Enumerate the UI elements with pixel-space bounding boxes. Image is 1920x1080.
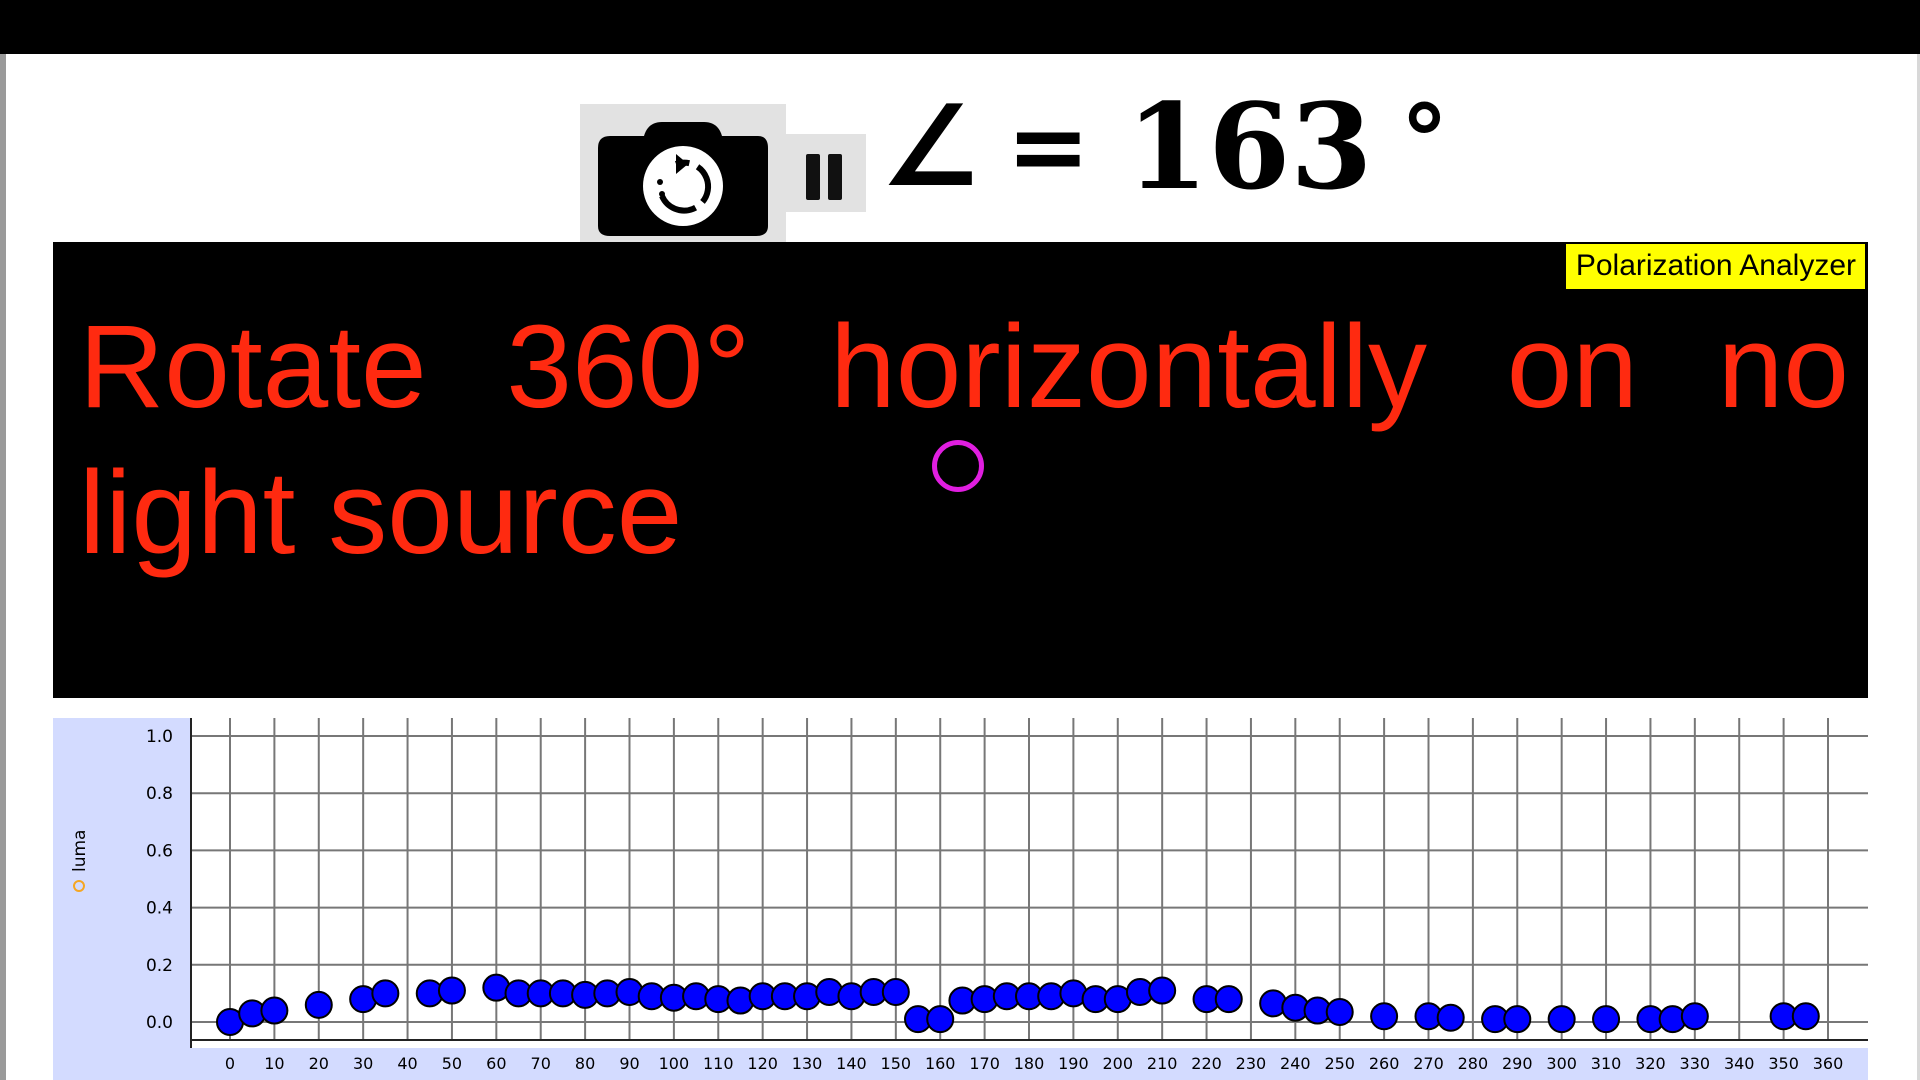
angle-symbol: ∠ <box>880 82 981 212</box>
data-point <box>1680 1002 1709 1031</box>
angle-unit: ° <box>1400 85 1449 197</box>
x-tick-label: 220 <box>1191 1054 1222 1073</box>
x-tick-label: 50 <box>442 1054 462 1073</box>
data-point <box>1148 976 1177 1005</box>
x-tick-label: 90 <box>619 1054 639 1073</box>
data-point <box>1436 1003 1465 1032</box>
x-tick-label: 210 <box>1147 1054 1178 1073</box>
data-point <box>437 976 466 1005</box>
y-tick-label: 0.0 <box>146 1013 173 1033</box>
x-tick-label: 150 <box>881 1054 912 1073</box>
x-tick-label: 20 <box>309 1054 329 1073</box>
app-title-badge: Polarization Analyzer <box>1565 244 1865 289</box>
x-tick-label: 200 <box>1103 1054 1134 1073</box>
x-tick-label: 260 <box>1369 1054 1400 1073</box>
x-tick-label: 360 <box>1813 1054 1844 1073</box>
x-tick-label: 240 <box>1280 1054 1311 1073</box>
pause-button[interactable] <box>786 134 866 212</box>
left-edge <box>0 54 6 1080</box>
x-tick-label: 160 <box>925 1054 956 1073</box>
angle-readout: ∠ = 163 ° <box>880 82 1449 212</box>
x-tick-label: 330 <box>1680 1054 1711 1073</box>
x-tick-label: 350 <box>1768 1054 1799 1073</box>
y-tick-label: 0.2 <box>146 956 173 976</box>
x-tick-label: 100 <box>659 1054 690 1073</box>
x-tick-label: 190 <box>1058 1054 1089 1073</box>
camera-rotate-button[interactable] <box>580 104 786 242</box>
data-point <box>926 1005 955 1034</box>
data-point <box>260 996 289 1025</box>
x-tick-label: 0 <box>225 1054 235 1073</box>
target-cursor-ring <box>932 440 984 492</box>
x-tick-label: 10 <box>264 1054 284 1073</box>
camera-rotate-icon <box>598 122 768 236</box>
x-tick-label: 30 <box>353 1054 373 1073</box>
x-tick-label: 290 <box>1502 1054 1533 1073</box>
x-tick-label: 140 <box>836 1054 867 1073</box>
angle-value: 163 <box>1126 77 1373 216</box>
y-tick-label: 0.4 <box>146 899 173 919</box>
y-tick-label: 1.0 <box>146 727 173 747</box>
data-point <box>304 990 333 1019</box>
x-tick-label: 60 <box>486 1054 506 1073</box>
x-tick-label: 310 <box>1591 1054 1622 1073</box>
x-tick-label: 250 <box>1324 1054 1355 1073</box>
x-tick-label: 270 <box>1413 1054 1444 1073</box>
data-point <box>371 979 400 1008</box>
luma-chart-svg: 0.0 0.8 0.6 0.4 0.2 1.0 0 10 20 30 40 50 60 70 80 90 100… <box>53 718 1868 1080</box>
camera-display-panel: Polarization Analyzer Rotate 360° horizo… <box>53 242 1868 698</box>
x-tick-label: 130 <box>792 1054 823 1073</box>
angle-equals: = <box>1006 88 1091 205</box>
data-point <box>881 977 910 1006</box>
x-tick-label: 110 <box>703 1054 734 1073</box>
x-tick-label: 170 <box>969 1054 1000 1073</box>
x-tick-label: 340 <box>1724 1054 1755 1073</box>
data-point <box>1592 1005 1621 1034</box>
data-point <box>1791 1002 1820 1031</box>
y-axis-label: luma <box>70 830 90 872</box>
x-tick-label: 320 <box>1635 1054 1666 1073</box>
x-tick-label: 280 <box>1458 1054 1489 1073</box>
data-point <box>1370 1002 1399 1031</box>
top-bar <box>0 0 1920 54</box>
x-tick-label: 230 <box>1236 1054 1267 1073</box>
data-point <box>1503 1005 1532 1034</box>
y-tick-label: 0.6 <box>146 841 173 861</box>
luma-chart: 0.0 0.8 0.6 0.4 0.2 1.0 0 10 20 30 40 50 60 70 80 90 100… <box>53 718 1868 1080</box>
x-tick-label: 300 <box>1546 1054 1577 1073</box>
x-tick-label: 70 <box>531 1054 551 1073</box>
x-tick-label: 180 <box>1014 1054 1045 1073</box>
x-tick-label: 80 <box>575 1054 595 1073</box>
data-point <box>1325 997 1354 1026</box>
data-point <box>1547 1005 1576 1034</box>
x-tick-label: 40 <box>397 1054 417 1073</box>
x-tick-label: 120 <box>747 1054 778 1073</box>
data-point <box>1214 985 1243 1014</box>
y-tick-label: 0.8 <box>146 784 173 804</box>
